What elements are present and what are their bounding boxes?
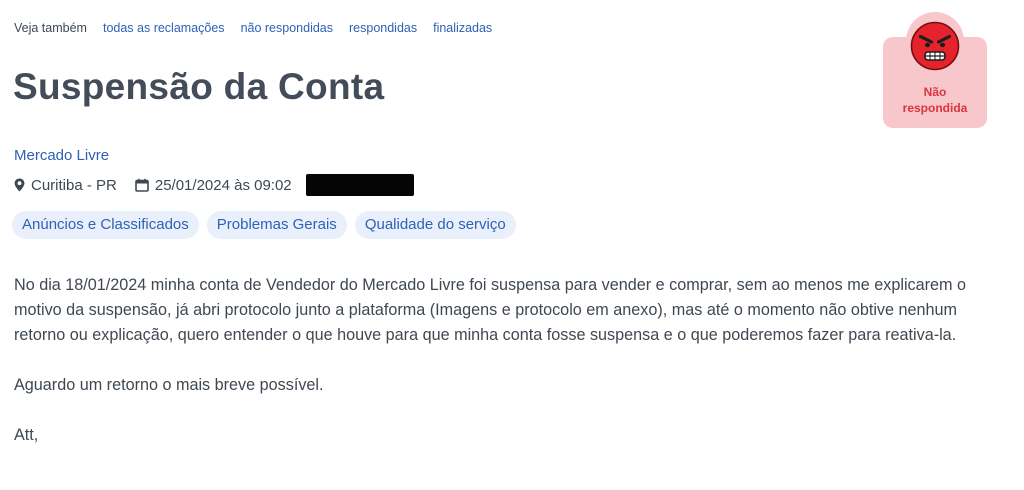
link-all-complaints[interactable]: todas as reclamações [103, 21, 225, 35]
status-label: Não respondida [883, 84, 987, 116]
see-also-nav: Veja também todas as reclamações não res… [14, 21, 492, 35]
body-paragraph: Att, [14, 426, 39, 444]
link-finished[interactable]: finalizadas [433, 21, 492, 35]
angry-face-icon [910, 21, 960, 71]
status-label-line2: respondida [902, 101, 968, 115]
body-paragraph: No dia 18/01/2024 minha conta de Vendedo… [14, 276, 967, 344]
map-pin-icon [14, 178, 25, 192]
complaint-body: No dia 18/01/2024 minha conta de Vendedo… [14, 273, 1004, 473]
body-paragraph: Aguardo um retorno o mais breve possível… [14, 376, 324, 394]
category-tags: Anúncios e Classificados Problemas Gerai… [12, 211, 516, 239]
complaint-meta: Curitiba - PR 25/01/2024 às 09:02 [14, 174, 414, 196]
status-label-line1: Não [923, 85, 947, 99]
see-also-label: Veja também [14, 21, 87, 35]
company-link[interactable]: Mercado Livre [14, 147, 109, 164]
location-text: Curitiba - PR [31, 176, 117, 194]
redacted-block [305, 174, 414, 196]
tag-anuncios-classificados[interactable]: Anúncios e Classificados [12, 211, 199, 239]
link-answered[interactable]: respondidas [349, 21, 417, 35]
calendar-icon [135, 178, 149, 192]
tag-problemas-gerais[interactable]: Problemas Gerais [206, 211, 347, 239]
page-title: Suspensão da Conta [13, 66, 385, 107]
link-unanswered[interactable]: não respondidas [241, 21, 333, 35]
tag-qualidade-servico[interactable]: Qualidade do serviço [354, 211, 516, 239]
date-text: 25/01/2024 às 09:02 [154, 176, 292, 194]
